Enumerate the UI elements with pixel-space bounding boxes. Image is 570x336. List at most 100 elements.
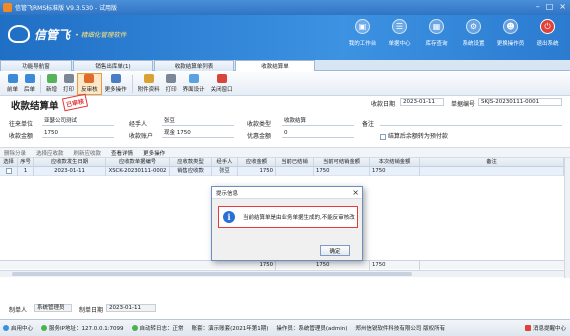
total-this-settle: 1750	[370, 261, 420, 270]
status-operator: 操作员：系统管理员(admin)	[276, 326, 348, 332]
select-receivable-button[interactable]: 选择应收款	[36, 149, 64, 157]
status-account: 账套：演示账套(2021年第1期)	[191, 326, 269, 332]
print-button[interactable]: 打印	[60, 73, 77, 95]
row-checkbox[interactable]	[0, 167, 18, 176]
col-receivable[interactable]: 应收金额	[238, 158, 276, 167]
tab-function-nav[interactable]: 功能导航窗	[0, 60, 72, 71]
doc-date-label: 收款日期	[371, 101, 396, 108]
server-icon	[41, 325, 48, 331]
col-remark[interactable]: 备注	[420, 158, 564, 167]
col-type[interactable]: 应收款类型	[170, 158, 212, 167]
cell-index: 1	[18, 167, 34, 176]
tab-sales-outbound[interactable]: 销售出库单(1)	[73, 60, 153, 71]
window-title: 信管飞RMS标准版 V9.3.530 - 试用版	[15, 5, 118, 12]
col-index[interactable]: 序号	[18, 158, 34, 167]
vertical-scrollbar[interactable]	[564, 158, 570, 278]
cell-this-settle[interactable]: 1750	[370, 167, 420, 176]
amount-field[interactable]: 1750	[42, 130, 114, 138]
cell-remark[interactable]	[420, 167, 564, 176]
type-field[interactable]: 收款结算	[282, 118, 354, 126]
unapprove-button[interactable]: 反审核	[77, 72, 102, 95]
grid-toolbar: 删除分录 选择应收款 刷新应收款 查看详情 更多操作	[0, 147, 570, 158]
toolbar: 前单 后单 新增 打印 反审核 更多操作 附件资料 打印 界面设计 关闭窗口	[0, 72, 570, 96]
col-date[interactable]: 应收款发生日期	[34, 158, 106, 167]
printer-icon	[166, 74, 177, 83]
message-icon	[524, 325, 531, 331]
delete-row-button[interactable]: 删除分录	[4, 149, 26, 157]
prev-button[interactable]: 前单	[4, 73, 21, 95]
close-window-button[interactable]: 关闭窗口	[208, 73, 236, 95]
col-settled[interactable]: 当前已结销	[276, 158, 314, 167]
message-center-button[interactable]: 消息提醒中心	[524, 324, 566, 332]
cell-handler: 张豆	[212, 167, 238, 176]
tab-receipt-list[interactable]: 收款结算单列表	[154, 60, 234, 71]
cell-settled	[276, 167, 314, 176]
dialog-ok-button[interactable]: 确定	[320, 245, 350, 256]
print-menu-button[interactable]: 打印	[163, 73, 180, 95]
status-center[interactable]: 启用中心	[3, 324, 33, 332]
nav-documents[interactable]: ☰ 单据中心	[381, 19, 418, 47]
user-switch-icon: ☻	[503, 19, 518, 34]
refresh-receivable-button[interactable]: 刷新应收款	[74, 149, 102, 157]
total-receivable: 1750	[238, 261, 276, 270]
tab-receipt-settlement[interactable]: 收款结算单	[235, 60, 315, 71]
discount-field[interactable]: 0	[282, 130, 354, 138]
scrollbar-thumb[interactable]	[12, 272, 412, 276]
table-row[interactable]: 1 2023-01-11 XSCK-20230111-0002 销售应收款 张豆…	[0, 167, 564, 176]
handler-label: 经手人	[129, 121, 148, 128]
status-bar: 启用中心 服务IP地址：127.0.0.1:7099 自动转日志：正常 账套：演…	[0, 319, 570, 336]
nav-inventory[interactable]: ▦ 库存查询	[418, 19, 455, 47]
account-label: 收款账户	[129, 133, 154, 140]
new-button[interactable]: 新增	[43, 73, 60, 95]
approved-stamp: 已审核	[61, 93, 89, 112]
total-settleable: 1750	[314, 261, 370, 270]
col-this-settle[interactable]: 本次结销金额	[370, 158, 420, 167]
remark-field[interactable]	[380, 118, 562, 126]
close-window-icon	[216, 74, 227, 83]
doc-date-field[interactable]: 2023-01-11	[400, 98, 444, 106]
grid-more-button[interactable]: 更多操作	[143, 149, 165, 157]
toolbar-separator	[40, 74, 42, 93]
maximize-icon[interactable]: □	[546, 2, 554, 11]
arrow-left-icon	[7, 74, 18, 83]
more-actions-button[interactable]: 更多操作	[102, 73, 130, 95]
close-icon[interactable]: ×	[559, 2, 566, 11]
dialog-message: 当前结算单是由业务单据生成的,不能反审核改	[243, 215, 355, 221]
account-field[interactable]: 现金 1750	[162, 130, 234, 138]
minimize-icon[interactable]: –	[536, 2, 540, 11]
layout-design-button[interactable]: 界面设计	[180, 73, 208, 95]
documents-icon: ☰	[392, 19, 407, 34]
grid-header: 选择 序号 应收款发生日期 应收款单据编号 应收款类型 经手人 应收金额 当前已…	[0, 158, 564, 167]
doc-no-field[interactable]: SKJS-20230111-0001	[478, 98, 562, 106]
attachments-button[interactable]: 附件资料	[135, 73, 163, 95]
col-handler[interactable]: 经手人	[212, 158, 238, 167]
make-date-label: 制单日期	[79, 307, 104, 314]
prepay-checkbox[interactable]	[380, 133, 386, 140]
power-icon: ⏻	[540, 19, 555, 34]
tab-bar: 功能导航窗 销售出库单(1) 收款结算单列表 收款结算单	[0, 60, 570, 71]
nav-switch-user[interactable]: ☻ 更换操作员	[492, 19, 529, 47]
status-copyright: 郑州信锐软件科技有限公司 版权所有	[355, 326, 446, 332]
horizontal-scrollbar[interactable]	[0, 270, 564, 277]
handler-field[interactable]: 张豆	[162, 118, 234, 126]
col-doc-no[interactable]: 应收款单据编号	[106, 158, 170, 167]
nav-workbench[interactable]: ▣ 我的工作台	[344, 19, 381, 47]
brand-slogan: • 精细化管理软件	[75, 31, 127, 39]
next-button[interactable]: 后单	[21, 73, 38, 95]
grid-footer: 1750 1750 1750	[0, 260, 564, 270]
dialog-title: 提示信息	[216, 190, 239, 197]
desktop-icon: ▣	[355, 19, 370, 34]
col-select[interactable]: 选择	[0, 158, 18, 167]
remark-label: 备注	[362, 121, 375, 128]
cell-receivable: 1750	[238, 167, 276, 176]
client-field[interactable]: 亚瑟公司测试	[42, 118, 114, 126]
maker-label: 制单人	[9, 307, 28, 314]
dialog-close-icon[interactable]: ×	[352, 188, 359, 197]
arrow-right-icon	[24, 74, 35, 83]
nav-settings[interactable]: ⚙ 系统设置	[455, 19, 492, 47]
status-log: 自动转日志：正常	[131, 324, 184, 332]
nav-exit[interactable]: ⏻ 退出系统	[529, 19, 566, 47]
view-detail-button[interactable]: 查看详情	[111, 149, 133, 157]
prepay-option[interactable]: 结算后余额转为预付款	[380, 131, 448, 140]
col-settleable[interactable]: 当前可结销金额	[314, 158, 370, 167]
